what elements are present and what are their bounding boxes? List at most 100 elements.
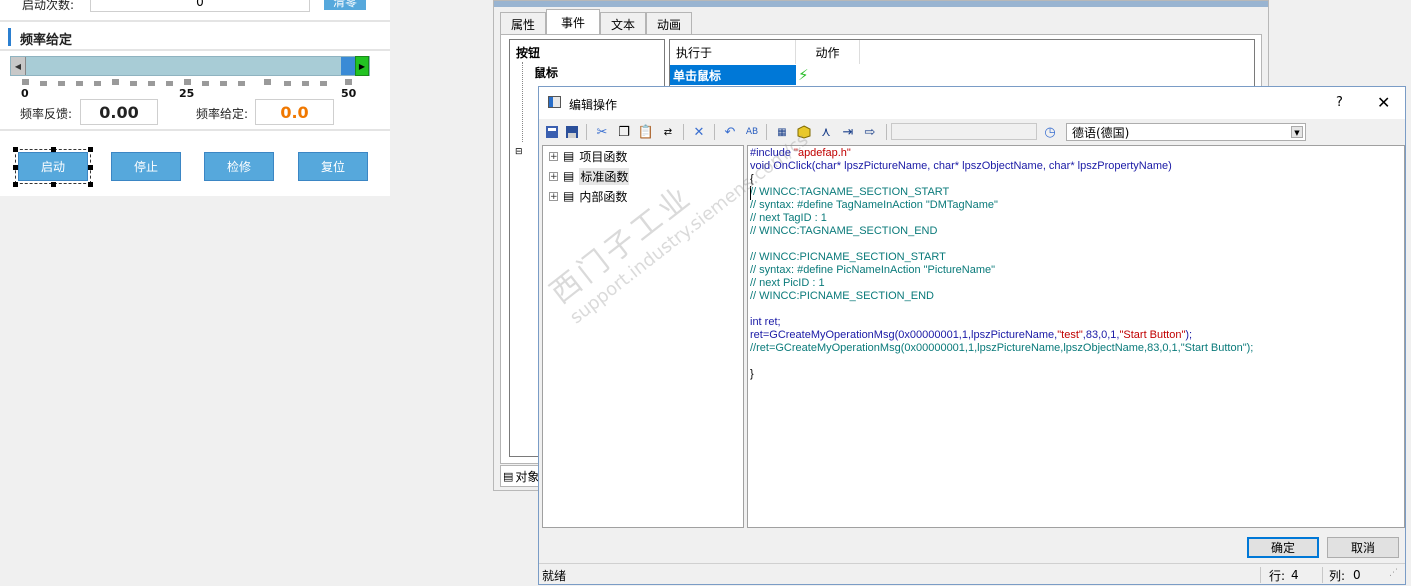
- cancel-button[interactable]: 取消: [1327, 537, 1399, 558]
- code-line[interactable]: int ret;: [750, 316, 1400, 329]
- frequency-slider[interactable]: ◀ ▶: [10, 56, 370, 76]
- text-cursor: [750, 186, 751, 200]
- help-button[interactable]: ?: [1336, 95, 1343, 110]
- tree-item-standard-functions[interactable]: + ▤ 标准函数: [549, 166, 630, 186]
- cube-icon[interactable]: [795, 123, 813, 141]
- column-header-trigger[interactable]: 执行于: [670, 40, 796, 64]
- reset-button[interactable]: 复位: [298, 152, 368, 181]
- find-replace-icon[interactable]: AB: [743, 123, 761, 141]
- code-line[interactable]: [750, 303, 1400, 316]
- clock-icon[interactable]: ◷: [1041, 123, 1059, 141]
- tab-animation[interactable]: 动画: [646, 12, 692, 35]
- export-icon[interactable]: ⇨: [861, 123, 879, 141]
- function-tree: + ▤ 项目函数 + ▤ 标准函数 + ▤ 内部函数: [542, 145, 744, 528]
- tab-text[interactable]: 文本: [600, 12, 646, 35]
- dialog-toolbar: ✂ ❐ 📋 ⇄ ✕ ↶ AB ▦ ⋏ ⇥ ⇨ ◷ 德语(德国) ▼: [539, 120, 1405, 144]
- code-editor[interactable]: #include "apdefap.h" void OnClick(char* l…: [747, 145, 1405, 528]
- selection-handle[interactable]: [88, 182, 93, 187]
- tree-expand-icon[interactable]: ⊟: [515, 147, 523, 157]
- toolbar-separator: [714, 124, 715, 140]
- tab-properties[interactable]: 属性: [500, 12, 546, 35]
- code-line[interactable]: [750, 355, 1400, 368]
- scale-tick: [40, 81, 47, 86]
- language-select-value: 德语(德国): [1072, 125, 1130, 140]
- divider: [0, 20, 390, 22]
- setpoint-field[interactable]: 0.0: [255, 99, 334, 125]
- maintenance-button[interactable]: 检修: [204, 152, 274, 181]
- feedback-field: 0.00: [80, 99, 158, 125]
- code-line[interactable]: ret=GCreateMyOperationMsg(0x00000001,1,l…: [750, 329, 1400, 342]
- selection-handle[interactable]: [13, 182, 18, 187]
- selection-handle[interactable]: [88, 147, 93, 152]
- expand-icon[interactable]: +: [549, 171, 558, 181]
- code-line[interactable]: // WINCC:PICNAME_SECTION_START: [750, 251, 1400, 264]
- selection-handle[interactable]: [51, 147, 56, 152]
- scale-tick-major: [264, 79, 271, 85]
- stop-button[interactable]: 停止: [111, 152, 181, 181]
- delete-icon[interactable]: ✕: [690, 123, 708, 141]
- code-line[interactable]: // WINCC:TAGNAME_SECTION_END: [750, 225, 1400, 238]
- code-line[interactable]: // next PicID : 1: [750, 277, 1400, 290]
- section-title: 频率给定: [20, 33, 73, 48]
- scale-tick-major: [22, 79, 29, 85]
- start-count-value: 0: [196, 0, 204, 9]
- code-line[interactable]: // WINCC:PICNAME_SECTION_END: [750, 290, 1400, 303]
- tab-events[interactable]: 事件: [546, 9, 600, 35]
- slider-left-arrow-icon[interactable]: ◀: [11, 57, 26, 75]
- code-line[interactable]: // syntax: #define PicNameInAction "Pict…: [750, 264, 1400, 277]
- scale-tick: [202, 81, 209, 86]
- code-line[interactable]: //ret=GCreateMyOperationMsg(0x00000001,1…: [750, 342, 1400, 355]
- import-icon[interactable]: ⇥: [839, 123, 857, 141]
- expand-icon[interactable]: +: [549, 151, 558, 161]
- code-line[interactable]: // syntax: #define TagNameInAction "DMTa…: [750, 199, 1400, 212]
- scale-label-min: 0: [21, 87, 29, 100]
- toolbar-separator: [683, 124, 684, 140]
- copy-icon[interactable]: ❐: [615, 123, 633, 141]
- divider: [0, 49, 390, 51]
- paste-icon[interactable]: 📋: [637, 123, 655, 141]
- tree-item-internal-functions[interactable]: + ▤ 内部函数: [549, 186, 627, 206]
- resize-grip-icon[interactable]: ⋰: [1389, 568, 1401, 582]
- replace-icon[interactable]: ⇄: [659, 123, 677, 141]
- compass-icon[interactable]: ⋏: [817, 123, 835, 141]
- code-line[interactable]: // next TagID : 1: [750, 212, 1400, 225]
- event-tree-item-mouse[interactable]: 鼠标: [534, 64, 558, 81]
- code-line[interactable]: {: [750, 173, 1400, 186]
- event-tree-root[interactable]: 按钮: [516, 44, 540, 61]
- scale-tick-major: [184, 79, 191, 85]
- code-line[interactable]: }: [750, 368, 1400, 381]
- chevron-down-icon[interactable]: ▼: [1291, 126, 1303, 138]
- scale-tick: [76, 81, 83, 86]
- language-select[interactable]: 德语(德国) ▼: [1066, 123, 1306, 141]
- selection-handle[interactable]: [13, 147, 18, 152]
- ok-button[interactable]: 确定: [1247, 537, 1319, 558]
- column-header-action[interactable]: 动作: [796, 40, 860, 64]
- code-line[interactable]: [750, 238, 1400, 251]
- table-row-click[interactable]: 单击鼠标: [670, 65, 796, 85]
- numbered-lines-icon[interactable]: ▦: [773, 123, 791, 141]
- selection-handle[interactable]: [88, 165, 93, 170]
- scale-tick: [284, 81, 291, 86]
- scale-tick: [130, 81, 137, 86]
- code-text[interactable]: #include "apdefap.h" void OnClick(char* l…: [750, 147, 1400, 381]
- code-line[interactable]: void OnClick(char* lpszPictureName, char…: [750, 160, 1400, 173]
- cut-icon[interactable]: ✂: [593, 123, 611, 141]
- expand-icon[interactable]: +: [549, 191, 558, 201]
- clear-button[interactable]: 清零: [324, 0, 366, 10]
- close-button[interactable]: ✕: [1377, 93, 1390, 112]
- status-column: 列: 0: [1329, 564, 1361, 586]
- scale-tick: [238, 81, 245, 86]
- save-icon[interactable]: [563, 123, 581, 141]
- lightning-icon[interactable]: ⚡: [798, 66, 809, 84]
- trigger-field[interactable]: [891, 123, 1037, 140]
- undo-icon[interactable]: ↶: [721, 123, 739, 141]
- tree-item-project-functions[interactable]: + ▤ 项目函数: [549, 146, 627, 166]
- code-line[interactable]: #include "apdefap.h": [750, 147, 1400, 160]
- compile-icon[interactable]: [543, 123, 561, 141]
- code-line[interactable]: // WINCC:TAGNAME_SECTION_START: [750, 186, 1400, 199]
- slider-right-arrow-icon[interactable]: ▶: [355, 56, 369, 76]
- selection-handle[interactable]: [13, 165, 18, 170]
- feedback-value: 0.00: [99, 102, 139, 122]
- selection-handle[interactable]: [51, 182, 56, 187]
- status-bar: 就绪 行: 4 列: 0 ⋰: [539, 563, 1405, 586]
